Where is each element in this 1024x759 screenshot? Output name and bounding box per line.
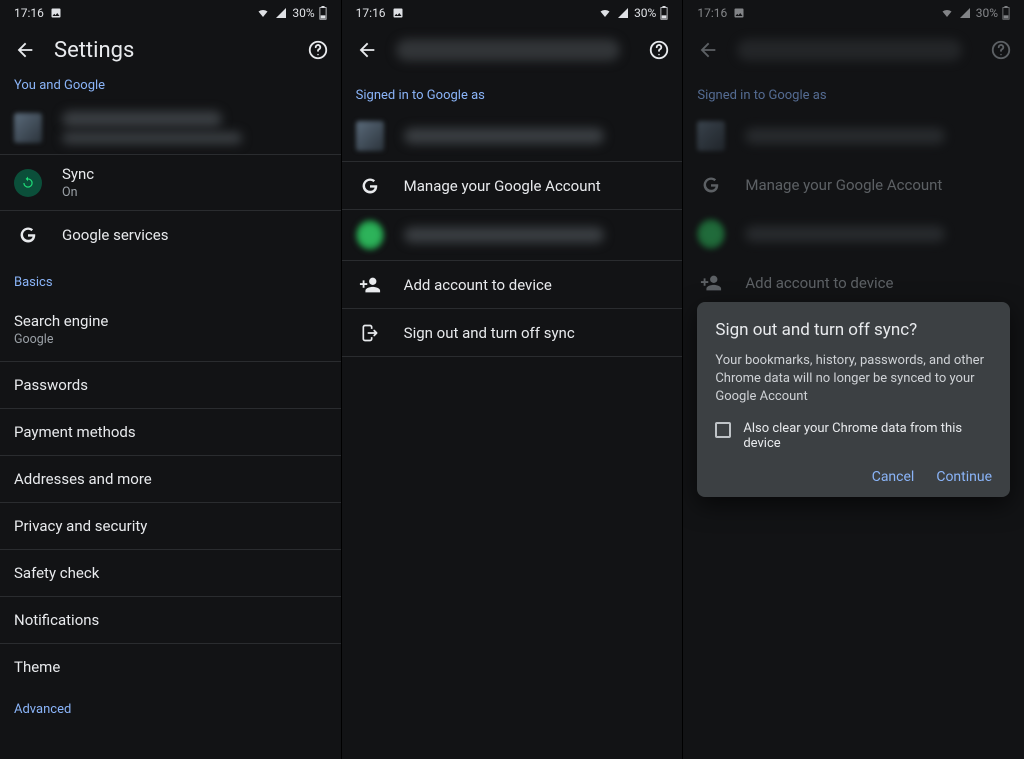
battery-icon [660, 6, 668, 20]
signal-icon [616, 7, 630, 19]
help-icon[interactable] [307, 39, 329, 61]
section-you-and-google: You and Google [0, 74, 341, 101]
sync-label: Sync [62, 165, 327, 183]
sign-out-icon [356, 323, 384, 343]
back-icon[interactable] [14, 39, 36, 61]
search-engine-label: Search engine [14, 312, 327, 330]
theme-row[interactable]: Theme [0, 644, 341, 690]
panel-signout-dialog: 17:16 30% Signed in to Google as Manage … [682, 0, 1024, 759]
sync-sub: On [62, 185, 327, 200]
title-blurred [737, 39, 962, 61]
help-icon[interactable] [990, 39, 1012, 61]
section-basics: Basics [0, 259, 341, 298]
status-bar: 17:16 30% [342, 0, 683, 26]
avatar [697, 219, 725, 249]
manage-account-row: Manage your Google Account [683, 161, 1024, 209]
title-blurred [396, 39, 621, 61]
manage-account-label: Manage your Google Account [745, 176, 1010, 194]
dialog-checkbox-label: Also clear your Chrome data from this de… [743, 421, 992, 451]
back-icon[interactable] [356, 39, 378, 61]
account-email-blurred [404, 128, 604, 144]
sync-row[interactable]: Sync On [0, 155, 341, 211]
google-services-row[interactable]: Google services [0, 211, 341, 259]
section-advanced: Advanced [0, 690, 341, 725]
avatar [697, 121, 725, 151]
manage-account-label: Manage your Google Account [404, 177, 669, 195]
appbar [683, 26, 1024, 74]
account-email-blurred [745, 128, 945, 144]
help-icon[interactable] [648, 39, 670, 61]
manage-account-row[interactable]: Manage your Google Account [342, 162, 683, 210]
search-engine-sub: Google [14, 332, 327, 347]
signed-in-label: Signed in to Google as [683, 74, 1024, 111]
signal-icon [958, 7, 972, 19]
add-account-row[interactable]: Add account to device [342, 261, 683, 309]
account-email-blurred [404, 227, 604, 243]
appbar: Settings [0, 26, 341, 74]
status-time: 17:16 [356, 6, 386, 20]
wifi-icon [940, 7, 954, 19]
person-add-icon [356, 274, 384, 296]
person-add-icon [697, 272, 725, 294]
picture-icon [50, 7, 62, 19]
battery-text: 30% [292, 6, 314, 20]
google-icon [697, 175, 725, 195]
signed-in-label: Signed in to Google as [342, 74, 683, 111]
page-title: Settings [54, 38, 289, 63]
search-engine-row[interactable]: Search engine Google [0, 298, 341, 362]
panel-settings: 17:16 30% Settings You and Google [0, 0, 341, 759]
cancel-button[interactable]: Cancel [872, 469, 915, 485]
battery-icon [1002, 6, 1010, 20]
back-icon[interactable] [697, 39, 719, 61]
add-account-label: Add account to device [745, 274, 1010, 292]
status-bar: 17:16 30% [0, 0, 341, 26]
account-name-blurred [62, 111, 222, 127]
add-account-label: Add account to device [404, 276, 669, 294]
primary-account-row[interactable] [342, 111, 683, 162]
wifi-icon [256, 7, 270, 19]
dialog-checkbox-row[interactable]: Also clear your Chrome data from this de… [715, 421, 992, 451]
notifications-row[interactable]: Notifications [0, 597, 341, 644]
payment-row[interactable]: Payment methods [0, 409, 341, 456]
google-icon [356, 176, 384, 196]
passwords-row[interactable]: Passwords [0, 362, 341, 409]
dialog-title: Sign out and turn off sync? [715, 320, 992, 340]
panel-accounts: 17:16 30% Signed in to Google as Manage … [341, 0, 683, 759]
status-time: 17:16 [14, 6, 44, 20]
status-time: 17:16 [697, 6, 727, 20]
secondary-account-row[interactable] [342, 210, 683, 261]
avatar [14, 113, 42, 143]
avatar [356, 220, 384, 250]
signout-dialog: Sign out and turn off sync? Your bookmar… [697, 302, 1010, 497]
primary-account-row [683, 111, 1024, 161]
picture-icon [733, 7, 745, 19]
sign-out-label: Sign out and turn off sync [404, 324, 669, 342]
picture-icon [392, 7, 404, 19]
dialog-body: Your bookmarks, history, passwords, and … [715, 352, 992, 407]
account-email-blurred [62, 132, 242, 144]
secondary-account-row [683, 209, 1024, 259]
privacy-row[interactable]: Privacy and security [0, 503, 341, 550]
signal-icon [274, 7, 288, 19]
account-row[interactable] [0, 101, 341, 155]
battery-icon [319, 6, 327, 20]
battery-text: 30% [634, 6, 656, 20]
google-services-label: Google services [62, 226, 327, 244]
account-email-blurred [745, 226, 945, 242]
wifi-icon [598, 7, 612, 19]
battery-text: 30% [976, 6, 998, 20]
avatar [356, 121, 384, 151]
addresses-row[interactable]: Addresses and more [0, 456, 341, 503]
add-account-row: Add account to device [683, 259, 1024, 307]
continue-button[interactable]: Continue [936, 469, 992, 485]
sign-out-row[interactable]: Sign out and turn off sync [342, 309, 683, 357]
sync-icon [14, 169, 42, 197]
status-bar: 17:16 30% [683, 0, 1024, 26]
google-icon [14, 225, 42, 245]
appbar [342, 26, 683, 74]
checkbox-icon[interactable] [715, 422, 731, 438]
safety-row[interactable]: Safety check [0, 550, 341, 597]
